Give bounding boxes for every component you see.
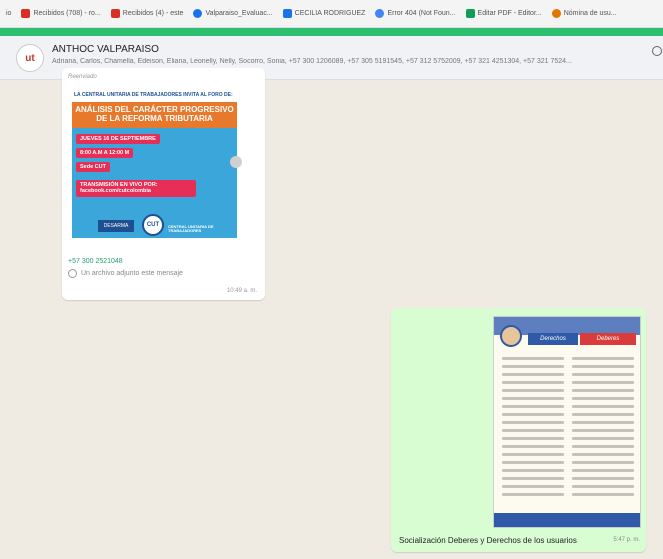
- pdf-icon: [465, 9, 475, 18]
- message-time: 10:49 a. m.: [226, 288, 257, 294]
- flyer-tab-right: Deberes: [580, 333, 636, 345]
- sender-line: +57 300 2521048: [68, 258, 259, 265]
- flyer-image[interactable]: Derechos Deberes: [493, 316, 641, 528]
- message-caption: Socialización Deberes y Derechos de los …: [399, 536, 577, 545]
- poster-logo: DESARMA: [98, 219, 134, 232]
- bookmark-label: Recibidos (4) - este: [122, 10, 184, 17]
- group-avatar[interactable]: ut: [16, 44, 44, 72]
- outgoing-message[interactable]: Derechos Deberes Socialización Deberes y…: [391, 308, 646, 552]
- site-icon: [551, 9, 561, 18]
- forward-icon[interactable]: [230, 156, 242, 168]
- cut-seal: CUT: [142, 213, 164, 236]
- bookmark-label: CECILIA RODRIGUEZ: [294, 10, 366, 17]
- flyer-left-column: [502, 357, 564, 507]
- site-icon: [193, 9, 203, 18]
- search-icon[interactable]: [652, 46, 662, 56]
- flyer-footer: [494, 513, 640, 527]
- bookmark-item[interactable]: Recibidos (708) - ro...: [21, 9, 101, 18]
- incoming-message[interactable]: Reenviado LA CENTRAL UNITARIA DE TRABAJA…: [62, 68, 265, 300]
- bookmark-label: io: [6, 10, 12, 17]
- bookmark-label: Recibidos (708) - ro...: [33, 10, 101, 17]
- bookmark-item[interactable]: Error 404 (Not Foun...: [375, 9, 456, 18]
- forwarded-label: Reenviado: [68, 74, 97, 80]
- gmail-icon: [21, 9, 31, 18]
- bookmark-item[interactable]: Recibidos (4) - este: [110, 9, 184, 18]
- poster-title: ANÁLISIS DEL CARÁCTER PROGRESIVO DE LA R…: [72, 102, 237, 128]
- status-text: Un archivo adjunto este mensaje: [81, 270, 183, 277]
- bookmark-item[interactable]: io: [6, 10, 11, 17]
- bookmark-item[interactable]: Valparaiso_Evaluac...: [193, 9, 273, 18]
- bookmark-label: Error 404 (Not Foun...: [387, 10, 456, 17]
- bookmark-item[interactable]: CECILIA RODRIGUEZ: [282, 9, 366, 18]
- poster-stream: TRANSMISIÓN EN VIVO POR: facebook.com/cu…: [76, 179, 196, 197]
- bookmark-label: Valparaiso_Evaluac...: [205, 10, 273, 17]
- clock-icon: [68, 269, 77, 278]
- avatar-text: ut: [25, 52, 35, 64]
- message-time: 5:47 p. m.: [613, 537, 640, 543]
- poster-time: 8:00 A.M A 12:00 M: [76, 147, 134, 158]
- bookmark-label: Editar PDF - Editor...: [477, 10, 542, 17]
- bookmark-item[interactable]: Nómina de usu...: [551, 9, 617, 18]
- google-icon: [375, 9, 385, 18]
- bookmark-item[interactable]: Editar PDF - Editor...: [465, 9, 542, 18]
- sender-number[interactable]: +57 300 2521048: [68, 258, 123, 265]
- poster-date: JUEVES 16 DE SEPTIEMBRE: [76, 133, 160, 144]
- flyer-right-column: [572, 357, 634, 507]
- bookmarks-bar: io Recibidos (708) - ro... Recibidos (4)…: [0, 0, 663, 28]
- poster-cut-text: CENTRAL UNITARIA DE TRABAJADORES: [168, 223, 214, 234]
- poster-image[interactable]: LA CENTRAL UNITARIA DE TRABAJADORES INVI…: [72, 88, 237, 248]
- chat-title[interactable]: ANTHOC VALPARAISO: [52, 44, 159, 55]
- flyer-avatar: [500, 325, 522, 347]
- status-line: Un archivo adjunto este mensaje: [68, 269, 259, 278]
- app-top-bar: [0, 28, 663, 36]
- flyer-tab-left: Derechos: [528, 333, 578, 345]
- chat-members[interactable]: Adriana, Carlos, Chamella, Edeison, Elia…: [52, 58, 652, 65]
- poster-body: JUEVES 16 DE SEPTIEMBRE 8:00 A.M A 12:00…: [72, 127, 237, 238]
- poster-place: Sede CUT: [76, 161, 110, 172]
- bookmark-label: Nómina de usu...: [563, 10, 617, 17]
- drive-icon: [282, 9, 292, 18]
- poster-top-text: LA CENTRAL UNITARIA DE TRABAJADORES INVI…: [74, 92, 233, 98]
- gmail-icon: [110, 9, 120, 18]
